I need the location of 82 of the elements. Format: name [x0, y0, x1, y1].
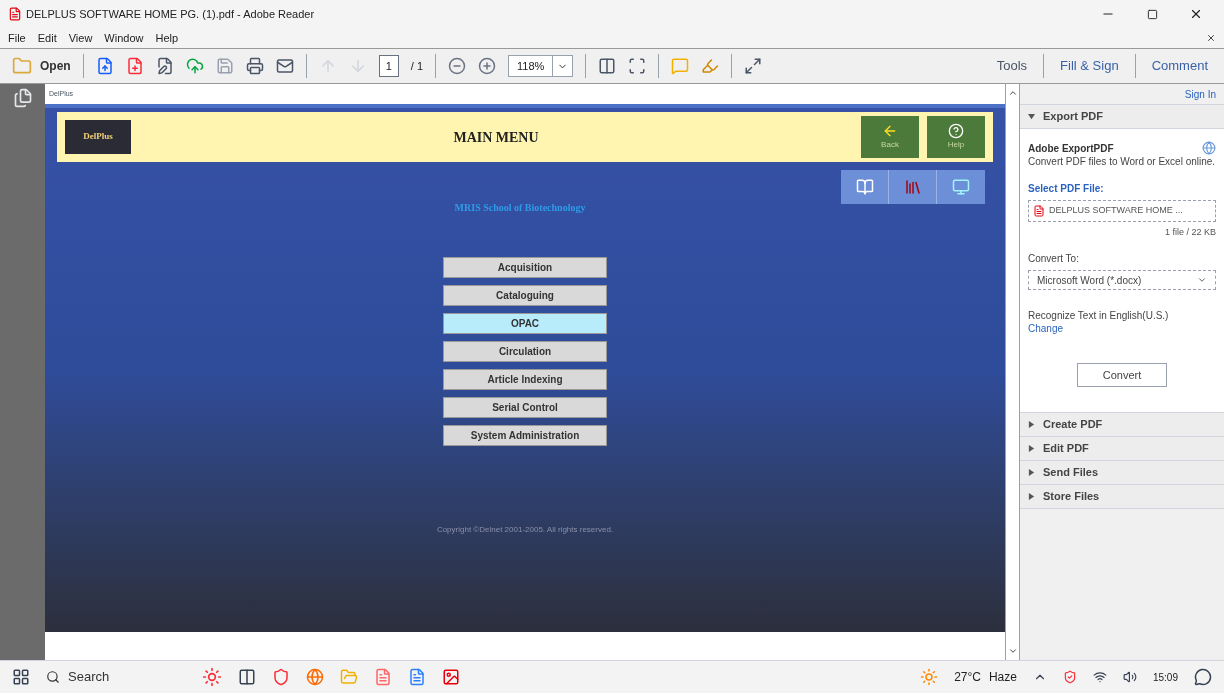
file-info: 1 file / 22 KB: [1164, 225, 1216, 239]
scroll-up-icon[interactable]: [1007, 88, 1018, 98]
scroll-down-icon[interactable]: [1007, 646, 1018, 656]
menu-button[interactable]: Circulation: [443, 341, 607, 362]
logo: DelPlus: [65, 120, 131, 154]
sun-icon[interactable]: [920, 668, 939, 686]
open-button[interactable]: Open: [12, 56, 71, 76]
file-plus-icon[interactable]: [125, 57, 144, 75]
taskbar-search[interactable]: Search: [46, 667, 186, 687]
menu-button[interactable]: Acquisition: [443, 257, 607, 278]
notification-icon[interactable]: [1194, 668, 1212, 686]
panel-tab[interactable]: Comment: [1147, 56, 1212, 76]
convert-to-label: Convert To:: [1028, 252, 1080, 266]
page-total: / 1: [410, 58, 424, 74]
shield-check-icon[interactable]: [1062, 670, 1077, 684]
menu-item[interactable]: View: [68, 29, 93, 47]
export-description: Convert PDF files to Word or Excel online.: [1028, 156, 1216, 169]
save-icon[interactable]: [215, 57, 234, 75]
word-icon[interactable]: [408, 668, 426, 686]
menu-button[interactable]: Cataloguing: [443, 285, 607, 306]
export-title: Adobe ExportPDF: [1028, 142, 1114, 156]
copyright-text: Copyright ©Delnet 2001-2005. All rights reserved.: [436, 524, 614, 536]
temperature: 27°C: [954, 669, 981, 686]
recognize-text: Recognize Text in English(U.S.): [1028, 310, 1170, 323]
menu-item[interactable]: Edit: [37, 29, 57, 47]
menu-item[interactable]: Help: [155, 29, 179, 47]
panel-tab[interactable]: Tools: [992, 56, 1032, 76]
caret-icon: [1028, 113, 1035, 120]
school-name: MRIS School of Biotechnology: [454, 201, 586, 215]
back-button[interactable]: Back: [861, 116, 919, 158]
cloud-upload-icon[interactable]: [185, 57, 204, 75]
pdf-file-icon: [8, 7, 22, 21]
menu-button[interactable]: OPAC: [443, 313, 607, 334]
caret-icon: [1028, 445, 1035, 452]
pdf-file-icon: [1033, 204, 1045, 217]
sign-in-link[interactable]: Sign In: [1184, 86, 1216, 102]
caret-icon: [1028, 469, 1035, 476]
page-number-field[interactable]: 1: [378, 54, 399, 78]
main-heading: MAIN MENU: [453, 128, 539, 147]
fit-page-icon[interactable]: [628, 57, 647, 75]
page-layout-icon[interactable]: [598, 57, 617, 75]
image-app-icon[interactable]: [442, 668, 460, 686]
caret-icon: [1028, 493, 1035, 500]
file-field[interactable]: DELPLUS SOFTWARE HOME ...: [1028, 199, 1216, 222]
file-upload-icon[interactable]: [95, 57, 114, 75]
folder-icon: [12, 56, 32, 76]
zoom-out-icon[interactable]: [448, 57, 467, 75]
mail-icon[interactable]: [275, 57, 294, 75]
help-icon: [948, 123, 964, 139]
volume-icon[interactable]: [1122, 670, 1137, 684]
globe-icon: [1202, 141, 1216, 155]
browser-icon[interactable]: [306, 668, 324, 686]
file-edit-icon[interactable]: [155, 57, 174, 75]
wifi-icon[interactable]: [1092, 670, 1107, 684]
weather-text: Haze: [988, 669, 1017, 686]
menu-button[interactable]: Article Indexing: [443, 369, 607, 390]
search-icon: [46, 670, 60, 684]
change-link[interactable]: Change: [1028, 322, 1216, 335]
window-title: DELPLUS SOFTWARE HOME PG. (1).pdf - Adobe Reader: [26, 6, 315, 22]
menu-item[interactable]: Window: [104, 29, 144, 47]
windows-start-icon[interactable]: [12, 668, 30, 686]
caret-icon: [1028, 421, 1035, 428]
document-app-icon[interactable]: [374, 668, 392, 686]
highlight-icon[interactable]: [701, 57, 720, 75]
select-file-label: Select PDF File:: [1028, 181, 1105, 196]
task-view-icon[interactable]: [238, 668, 256, 686]
panel-tab[interactable]: Fill & Sign: [1056, 56, 1123, 76]
shield-icon[interactable]: [272, 668, 290, 686]
print-icon[interactable]: [245, 57, 264, 75]
clock: 15:09: [1152, 670, 1178, 685]
format-dropdown[interactable]: Microsoft Word (*.docx): [1028, 270, 1216, 290]
menu-button[interactable]: System Administration: [443, 425, 607, 446]
menu-item[interactable]: File: [8, 29, 26, 47]
menu-button[interactable]: Serial Control: [443, 397, 607, 418]
close-icon[interactable]: [1206, 33, 1216, 43]
zoom-dropdown[interactable]: 118%: [508, 55, 574, 77]
help-button[interactable]: Help: [927, 116, 985, 158]
caret-icon: [1197, 275, 1207, 285]
convert-button[interactable]: Convert: [1077, 363, 1167, 387]
expand-icon[interactable]: [744, 57, 763, 75]
pages-icon[interactable]: [12, 88, 33, 108]
zoom-in-icon[interactable]: [478, 57, 497, 75]
